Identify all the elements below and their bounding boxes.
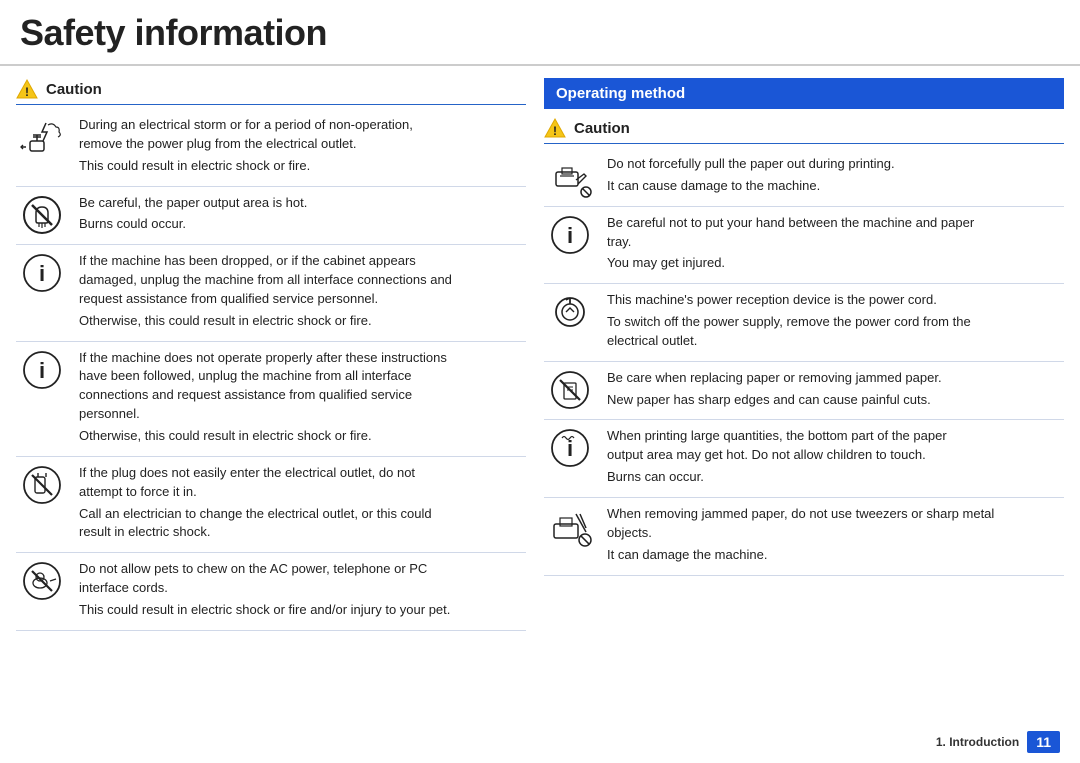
- row-text: When printing large quantities, the bott…: [607, 427, 1059, 465]
- operating-method-header: Operating method: [544, 78, 1064, 109]
- caution-icon-left: !: [16, 78, 38, 100]
- footer-section-label: 1. Introduction: [936, 735, 1019, 749]
- text-cell: Be careful not to put your hand between …: [602, 206, 1064, 284]
- page-title: Safety information: [0, 0, 1080, 66]
- dropped-machine-icon: i: [20, 251, 64, 295]
- table-row: Be care when replacing paper or removing…: [544, 361, 1064, 420]
- row-text-secondary: Call an electrician to change the electr…: [79, 505, 521, 543]
- page-number: 11: [1027, 731, 1060, 753]
- table-row: i When printing large quantities, the bo…: [544, 420, 1064, 498]
- text-cell: This machine's power reception device is…: [602, 284, 1064, 362]
- icon-cell: [544, 497, 602, 575]
- svg-text:!: !: [25, 85, 29, 99]
- table-row: i If the machine has been dropped, or if…: [16, 245, 526, 341]
- left-caution-title: Caution: [46, 81, 102, 98]
- hot-bottom-icon: i: [548, 426, 592, 470]
- power-cord-icon: [548, 290, 592, 334]
- page: Safety information ! Caution: [0, 0, 1080, 763]
- row-text: This machine's power reception device is…: [607, 291, 1059, 310]
- row-text-secondary: It can damage the machine.: [607, 546, 1059, 565]
- content-area: ! Caution: [0, 66, 1080, 643]
- left-column: ! Caution: [16, 78, 526, 631]
- text-cell: If the plug does not easily enter the el…: [74, 456, 526, 552]
- right-column: Operating method ! Caution: [544, 78, 1064, 631]
- table-row: When removing jammed paper, do not use t…: [544, 497, 1064, 575]
- row-text-secondary: This could result in electric shock or f…: [79, 157, 521, 176]
- row-text-secondary: New paper has sharp edges and can cause …: [607, 391, 1059, 410]
- row-text-secondary: To switch off the power supply, remove t…: [607, 313, 1059, 351]
- icon-cell: [16, 109, 74, 186]
- svg-text:i: i: [567, 223, 573, 248]
- icon-cell: i: [544, 206, 602, 284]
- row-text-secondary: Burns could occur.: [79, 215, 521, 234]
- icon-cell: [16, 186, 74, 245]
- table-row: Be careful, the paper output area is hot…: [16, 186, 526, 245]
- row-text: Do not allow pets to chew on the AC powe…: [79, 560, 521, 598]
- electrical-storm-icon: [20, 115, 64, 159]
- icon-cell: [544, 361, 602, 420]
- text-cell: Do not forcefully pull the paper out dur…: [602, 148, 1064, 206]
- row-text-secondary: Burns can occur.: [607, 468, 1059, 487]
- page-footer: 1. Introduction 11: [936, 731, 1060, 753]
- text-cell: If the machine has been dropped, or if t…: [74, 245, 526, 341]
- row-text-secondary: You may get injured.: [607, 254, 1059, 273]
- text-cell: During an electrical storm or for a peri…: [74, 109, 526, 186]
- table-row: This machine's power reception device is…: [544, 284, 1064, 362]
- svg-text:!: !: [553, 124, 557, 138]
- row-text: Do not forcefully pull the paper out dur…: [607, 155, 1059, 174]
- row-text-secondary: Otherwise, this could result in electric…: [79, 312, 521, 331]
- text-cell: When removing jammed paper, do not use t…: [602, 497, 1064, 575]
- left-caution-header: ! Caution: [16, 78, 526, 105]
- right-caution-header: ! Caution: [544, 117, 1064, 144]
- text-cell: Do not allow pets to chew on the AC powe…: [74, 553, 526, 631]
- row-text-secondary: It can cause damage to the machine.: [607, 177, 1059, 196]
- icon-cell: [16, 553, 74, 631]
- row-text-secondary: This could result in electric shock or f…: [79, 601, 521, 620]
- row-text: If the plug does not easily enter the el…: [79, 464, 521, 502]
- icon-cell: i: [16, 245, 74, 341]
- icon-cell: [544, 284, 602, 362]
- caution-icon-right: !: [544, 117, 566, 139]
- table-row: Do not forcefully pull the paper out dur…: [544, 148, 1064, 206]
- icon-cell: [544, 148, 602, 206]
- row-text: If the machine does not operate properly…: [79, 349, 521, 424]
- row-text: Be care when replacing paper or removing…: [607, 369, 1059, 388]
- jammed-paper-icon: [548, 504, 592, 548]
- right-table: Do not forcefully pull the paper out dur…: [544, 148, 1064, 576]
- text-cell: Be careful, the paper output area is hot…: [74, 186, 526, 245]
- sharp-paper-icon: [548, 368, 592, 412]
- plug-no-force-icon: [20, 463, 64, 507]
- row-text: Be careful not to put your hand between …: [607, 214, 1059, 252]
- row-text-secondary: Otherwise, this could result in electric…: [79, 427, 521, 446]
- table-row: i If the machine does not operate proper…: [16, 341, 526, 456]
- svg-text:i: i: [39, 358, 45, 383]
- improper-operation-icon: i: [20, 348, 64, 392]
- text-cell: If the machine does not operate properly…: [74, 341, 526, 456]
- row-text: When removing jammed paper, do not use t…: [607, 505, 1059, 543]
- left-table: During an electrical storm or for a peri…: [16, 109, 526, 631]
- operating-method-title: Operating method: [556, 85, 685, 102]
- pets-cords-icon: [20, 559, 64, 603]
- row-text: Be careful, the paper output area is hot…: [79, 194, 521, 213]
- icon-cell: i: [544, 420, 602, 498]
- right-caution-title: Caution: [574, 120, 630, 137]
- icon-cell: [16, 456, 74, 552]
- table-row: Do not allow pets to chew on the AC powe…: [16, 553, 526, 631]
- icon-cell: i: [16, 341, 74, 456]
- pull-paper-icon: [548, 154, 592, 198]
- text-cell: When printing large quantities, the bott…: [602, 420, 1064, 498]
- table-row: i Be careful not to put your hand betwee…: [544, 206, 1064, 284]
- hot-output-icon: [20, 193, 64, 237]
- svg-text:i: i: [39, 261, 45, 286]
- row-text: If the machine has been dropped, or if t…: [79, 252, 521, 309]
- row-text: During an electrical storm or for a peri…: [79, 116, 521, 154]
- table-row: If the plug does not easily enter the el…: [16, 456, 526, 552]
- text-cell: Be care when replacing paper or removing…: [602, 361, 1064, 420]
- table-row: During an electrical storm or for a peri…: [16, 109, 526, 186]
- hand-between-icon: i: [548, 213, 592, 257]
